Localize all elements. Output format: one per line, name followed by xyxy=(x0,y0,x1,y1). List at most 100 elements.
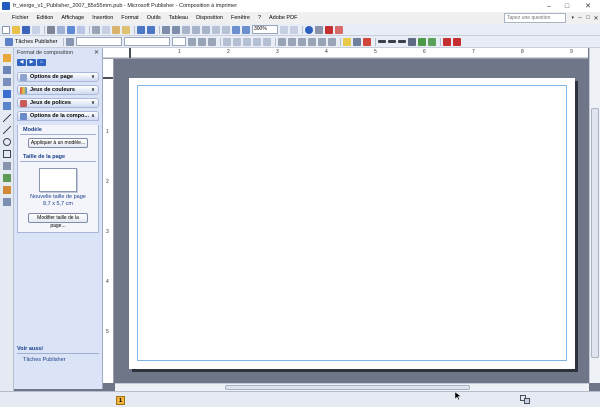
line-color-icon[interactable] xyxy=(352,37,361,46)
close-icon[interactable]: ✕ xyxy=(576,0,600,12)
align-center-icon[interactable] xyxy=(232,37,241,46)
menu-outils[interactable]: Outils xyxy=(143,15,165,21)
menu-fenetre[interactable]: Fenêtre xyxy=(227,15,254,21)
forward-arrow-icon[interactable]: ▶ xyxy=(27,58,36,66)
hotspot-icon[interactable] xyxy=(3,174,11,182)
menu-adobe-pdf[interactable]: Adobe PDF xyxy=(265,15,301,21)
help-dropdown-icon[interactable]: ▾ xyxy=(571,15,574,21)
redo-icon[interactable] xyxy=(147,25,155,34)
3d-style-icon[interactable] xyxy=(417,37,426,46)
styles-icon[interactable] xyxy=(65,37,74,46)
copy-icon[interactable] xyxy=(102,25,110,34)
wordart-icon[interactable] xyxy=(3,90,11,98)
research-icon[interactable] xyxy=(77,25,85,34)
vertical-ruler[interactable]: 1 2 3 4 5 xyxy=(103,59,114,383)
publisher-app-icon[interactable] xyxy=(2,2,10,10)
insert-picture-icon[interactable] xyxy=(222,25,230,34)
doc-restore-icon[interactable]: □ xyxy=(584,13,592,23)
align-right-icon[interactable] xyxy=(242,37,251,46)
fill-color-icon[interactable] xyxy=(342,37,351,46)
format-painter-icon[interactable] xyxy=(122,25,130,34)
menu-disposition[interactable]: Disposition xyxy=(192,15,227,21)
select-objects-icon[interactable] xyxy=(3,54,11,62)
insert-table-icon[interactable] xyxy=(3,78,11,86)
form-control-icon[interactable] xyxy=(3,198,11,206)
section-color-schemes[interactable]: Jeux de couleurs ∨ xyxy=(17,85,99,95)
horizontal-scroll-thumb[interactable] xyxy=(225,385,470,390)
wrap-text-icon[interactable] xyxy=(427,37,436,46)
pdf-convert-icon[interactable] xyxy=(442,37,451,46)
line-spacing-icon[interactable] xyxy=(262,37,271,46)
workspace-canvas[interactable] xyxy=(115,60,588,381)
publisher-tasks-link[interactable]: Tâches Publisher xyxy=(17,354,99,363)
numbering-icon[interactable] xyxy=(277,37,286,46)
hyperlink-icon[interactable] xyxy=(232,25,240,34)
menu-help[interactable]: ? xyxy=(254,15,265,21)
task-pane-close-icon[interactable]: ✕ xyxy=(94,49,99,56)
shrink-font-icon[interactable] xyxy=(327,37,336,46)
group-icon[interactable] xyxy=(192,25,200,34)
columns-icon[interactable] xyxy=(202,25,210,34)
bullets-icon[interactable] xyxy=(287,37,296,46)
rectangle-icon[interactable] xyxy=(3,150,11,158)
picture-frame-icon[interactable] xyxy=(3,102,11,110)
oval-icon[interactable] xyxy=(3,138,11,146)
save-icon[interactable] xyxy=(22,25,30,34)
horizontal-ruler[interactable]: 1 2 3 4 5 6 7 8 9 xyxy=(103,48,588,59)
grow-font-icon[interactable] xyxy=(317,37,326,46)
horizontal-scrollbar[interactable] xyxy=(115,383,589,391)
menu-format[interactable]: Format xyxy=(117,15,142,21)
section-publication-options[interactable]: Options de la compo... ∧ xyxy=(17,111,99,121)
new-document-icon[interactable] xyxy=(2,25,10,34)
print-icon[interactable] xyxy=(47,25,55,34)
autoshapes-icon[interactable] xyxy=(3,162,11,170)
menu-insertion[interactable]: Insertion xyxy=(88,15,117,21)
minimize-icon[interactable]: – xyxy=(540,0,558,12)
underline-icon[interactable] xyxy=(207,37,216,46)
maximize-icon[interactable]: □ xyxy=(558,0,576,12)
options-icon[interactable] xyxy=(315,25,323,34)
vertical-scroll-thumb[interactable] xyxy=(591,108,599,358)
publication-page[interactable] xyxy=(129,78,575,369)
paste-icon[interactable] xyxy=(112,25,120,34)
zoom-select[interactable]: 300% xyxy=(252,25,278,34)
section-font-schemes[interactable]: Jeux de polices ∨ xyxy=(17,98,99,108)
doc-close-icon[interactable]: ✕ xyxy=(592,13,600,23)
zoom-in-icon[interactable] xyxy=(290,25,298,34)
font-color-icon[interactable] xyxy=(362,37,371,46)
menu-fichier[interactable]: Fichier xyxy=(8,15,33,21)
decrease-indent-icon[interactable] xyxy=(297,37,306,46)
publisher-tasks-button[interactable]: Tâches Publisher xyxy=(2,37,61,46)
pdf-email-icon[interactable] xyxy=(452,37,461,46)
page-navigator-badge[interactable]: 1 xyxy=(116,396,125,405)
arrow-style-icon[interactable] xyxy=(397,40,406,43)
cut-icon[interactable] xyxy=(92,25,100,34)
adobe-email-icon[interactable] xyxy=(335,25,343,34)
help-search-input[interactable] xyxy=(504,13,566,23)
style-select[interactable] xyxy=(75,37,122,46)
rotate-icon[interactable] xyxy=(182,25,190,34)
help-icon[interactable] xyxy=(305,25,313,34)
email-icon[interactable] xyxy=(32,25,40,34)
page-size-thumbnail[interactable] xyxy=(39,168,77,192)
menu-edition[interactable]: Edition xyxy=(33,15,58,21)
special-chars-icon[interactable] xyxy=(242,25,250,34)
spelling-icon[interactable] xyxy=(67,25,75,34)
doc-minimize-icon[interactable]: – xyxy=(576,13,584,23)
zoom-out-icon[interactable] xyxy=(280,25,288,34)
insert-table-icon[interactable] xyxy=(212,25,220,34)
justify-icon[interactable] xyxy=(252,37,261,46)
shadow-style-icon[interactable] xyxy=(407,37,416,46)
adobe-pdf-icon[interactable] xyxy=(325,25,333,34)
bring-forward-icon[interactable] xyxy=(162,25,170,34)
print-preview-icon[interactable] xyxy=(57,25,65,34)
align-left-icon[interactable] xyxy=(222,37,231,46)
italic-icon[interactable] xyxy=(197,37,206,46)
dash-style-icon[interactable] xyxy=(387,40,396,43)
send-backward-icon[interactable] xyxy=(172,25,180,34)
line-icon[interactable] xyxy=(3,114,11,122)
home-icon[interactable]: ⌂ xyxy=(37,58,46,66)
menu-affichage[interactable]: Affichage xyxy=(57,15,88,21)
vertical-scrollbar[interactable] xyxy=(589,48,600,383)
increase-indent-icon[interactable] xyxy=(307,37,316,46)
